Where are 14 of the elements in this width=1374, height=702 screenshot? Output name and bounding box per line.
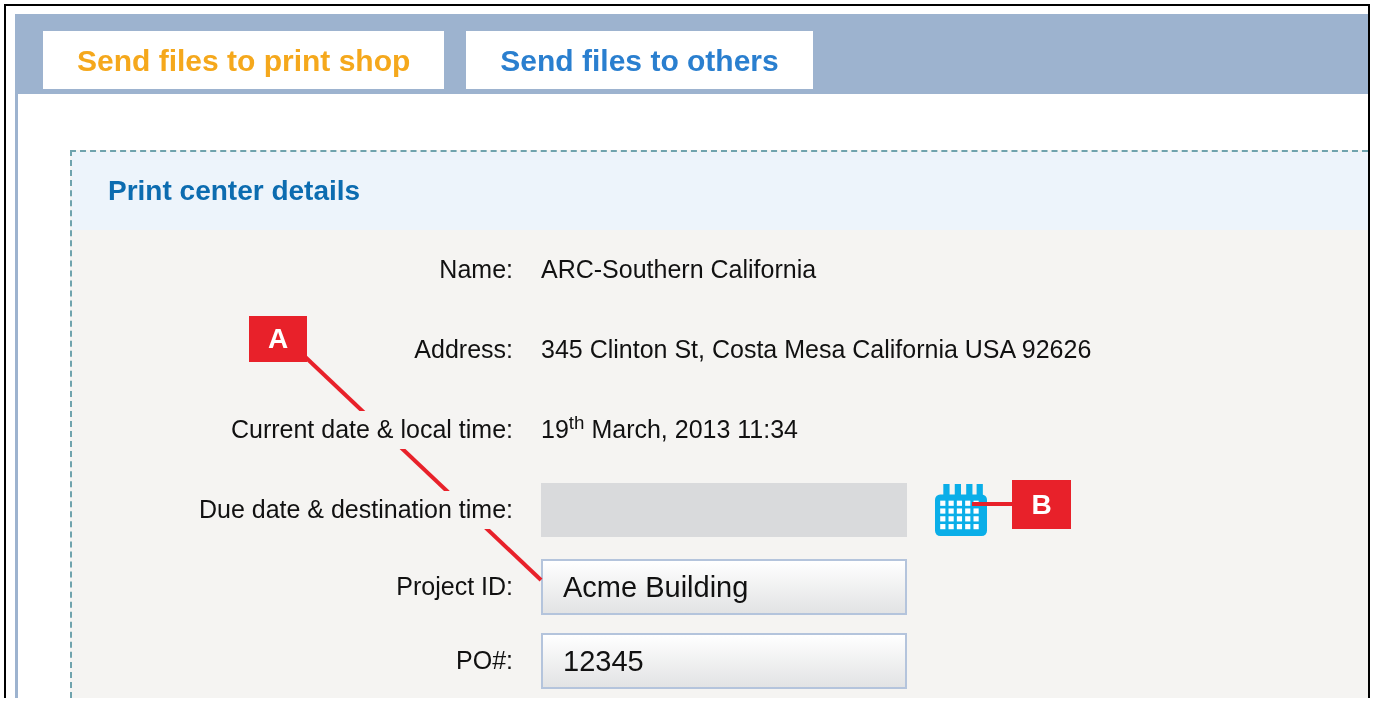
panel-title: Print center details bbox=[108, 174, 361, 208]
input-field[interactable]: Acme Building bbox=[541, 559, 907, 615]
input-field[interactable]: 12345 bbox=[541, 633, 907, 689]
callout-label: A bbox=[249, 316, 307, 362]
field-label: Due date & destination time: bbox=[198, 491, 513, 529]
field-label: Current date & local time: bbox=[230, 411, 513, 449]
field-value: 19$^{th}$ March, 2013 11:34 bbox=[541, 411, 798, 446]
leader-line bbox=[972, 502, 1013, 506]
date-field[interactable] bbox=[541, 483, 907, 537]
tab[interactable]: Send files to others bbox=[466, 31, 813, 89]
callout-label: B bbox=[1012, 480, 1071, 529]
calendar-icon[interactable] bbox=[935, 484, 987, 536]
field-value: ARC-Southern California bbox=[541, 254, 817, 286]
field-value: 345 Clinton St, Costa Mesa California USA 92626 bbox=[541, 334, 1092, 366]
